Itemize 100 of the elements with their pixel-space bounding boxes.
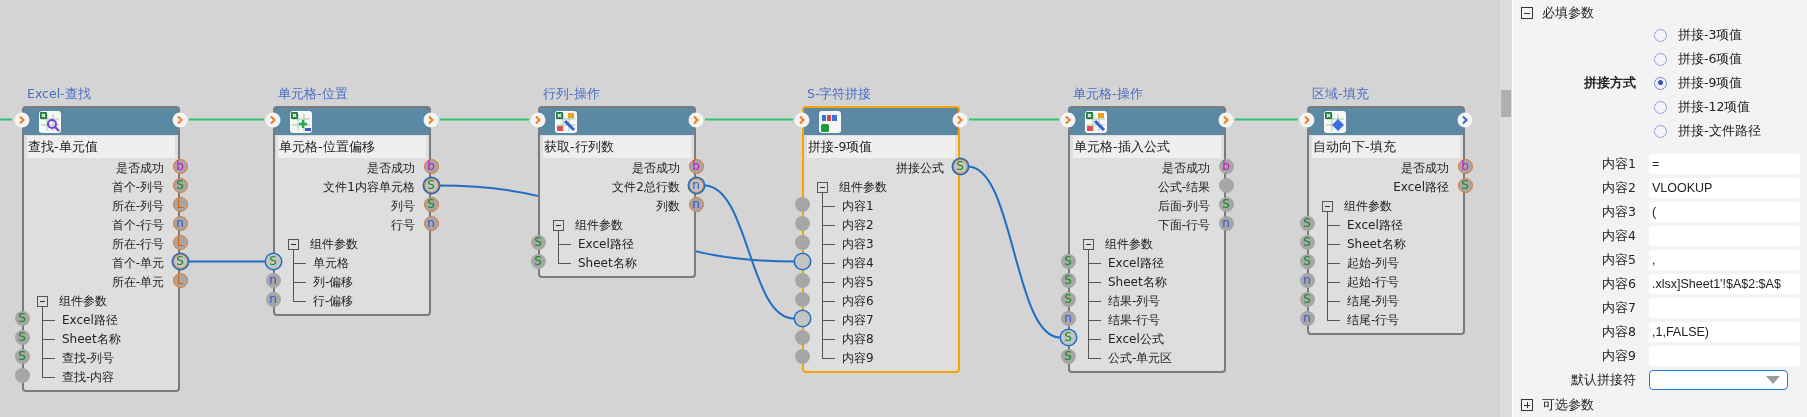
dropdown-field[interactable] xyxy=(1649,370,1788,390)
field-label: 内容7 xyxy=(1601,299,1636,317)
port-pin[interactable]: n xyxy=(265,273,281,288)
flow-input-icon[interactable] xyxy=(1060,111,1076,128)
port-label: 是否成功 xyxy=(1401,161,1449,175)
param-label: 内容8 xyxy=(842,331,874,348)
port-pin[interactable] xyxy=(14,368,30,383)
input-field[interactable]: = xyxy=(1649,154,1800,174)
group-label: 组件参数 xyxy=(839,179,887,196)
flow-input-icon[interactable] xyxy=(14,111,30,128)
port-label: 首个-列号 xyxy=(111,180,164,194)
collapse-icon[interactable] xyxy=(817,182,828,193)
port-pin[interactable]: S xyxy=(14,349,30,364)
param-label: 内容9 xyxy=(842,350,874,367)
input-field[interactable]: ( xyxy=(1649,202,1800,222)
radio-label[interactable]: 拼接-3项值 xyxy=(1678,26,1743,44)
port-pin[interactable]: n xyxy=(1299,273,1315,288)
port-pin[interactable]: S xyxy=(265,254,281,269)
input-field[interactable]: .xlsx]Sheet1'!$A$2:$A$ xyxy=(1649,274,1800,294)
field-label: 内容8 xyxy=(1601,323,1636,341)
flow-output-icon[interactable] xyxy=(952,111,968,128)
radio-label[interactable]: 拼接-6项值 xyxy=(1678,50,1743,68)
port-pin[interactable]: n xyxy=(1299,311,1315,326)
flow-end-icon[interactable] xyxy=(1457,111,1473,128)
port-pin[interactable]: S xyxy=(1060,254,1076,269)
node-title: 单元格-位置 xyxy=(277,85,348,103)
port-pin[interactable]: S xyxy=(952,159,968,174)
param-label: Excel路径 xyxy=(1347,217,1403,234)
collapse-icon[interactable] xyxy=(1083,239,1094,250)
scrollbar[interactable] xyxy=(1500,0,1512,417)
param-label: Sheet名称 xyxy=(62,331,121,348)
collapse-icon[interactable] xyxy=(37,296,48,307)
port-label: 后面-列号 xyxy=(1157,199,1210,213)
port-pin[interactable] xyxy=(794,216,810,231)
param-label: 单元格 xyxy=(313,255,349,272)
input-field[interactable]: ,1,FALSE) xyxy=(1649,322,1800,342)
port-pin[interactable]: S xyxy=(172,254,188,269)
port-pin[interactable]: S xyxy=(1299,254,1315,269)
scrollbar-thumb[interactable] xyxy=(1501,90,1511,117)
port-label: 下面-行号 xyxy=(1157,218,1210,232)
port-pin[interactable]: S xyxy=(1060,330,1076,345)
param-label: Sheet名称 xyxy=(578,255,637,272)
flow-input-icon[interactable] xyxy=(530,111,546,128)
node-subtitle: 获取-行列数 xyxy=(543,136,691,158)
port-pin[interactable] xyxy=(794,254,810,269)
collapse-icon[interactable] xyxy=(1322,201,1333,212)
flow-output-icon[interactable] xyxy=(1218,111,1234,128)
port-pin[interactable]: S xyxy=(1299,235,1315,250)
port-pin[interactable]: n xyxy=(1060,311,1076,326)
input-field[interactable]: , xyxy=(1649,250,1800,270)
node-subtitle: 单元格-插入公式 xyxy=(1073,136,1221,158)
port-pin[interactable] xyxy=(794,349,810,364)
field-label: 拼接方式 xyxy=(1583,74,1636,92)
port-pin[interactable]: S xyxy=(1060,273,1076,288)
port-pin[interactable] xyxy=(794,292,810,307)
port-pin[interactable] xyxy=(794,311,810,326)
port-pin[interactable] xyxy=(794,273,810,288)
collapse-icon[interactable] xyxy=(288,239,299,250)
param-label: 查找-内容 xyxy=(62,369,115,386)
input-field[interactable]: VLOOKUP xyxy=(1649,178,1800,198)
port-label: Excel路径 xyxy=(1393,180,1449,194)
port-pin[interactable]: S xyxy=(14,311,30,326)
port-pin[interactable]: S xyxy=(14,330,30,345)
port-pin[interactable]: S xyxy=(423,178,439,193)
radio-label[interactable]: 拼接-9项值 xyxy=(1678,74,1743,92)
port-pin[interactable] xyxy=(794,235,810,250)
port-pin[interactable] xyxy=(794,330,810,345)
param-label: Excel路径 xyxy=(1108,255,1164,272)
node-title: 行列-操作 xyxy=(542,85,600,103)
param-label: 内容4 xyxy=(842,255,874,272)
group-label: 组件参数 xyxy=(1105,236,1153,253)
port-pin[interactable]: S xyxy=(1299,216,1315,231)
port-pin[interactable]: n xyxy=(688,178,704,193)
flow-input-icon[interactable] xyxy=(794,111,810,128)
flow-output-icon[interactable] xyxy=(172,111,188,128)
node-title: 单元格-操作 xyxy=(1072,85,1143,103)
port-label: 行号 xyxy=(391,218,415,232)
radio-label[interactable]: 拼接-12项值 xyxy=(1678,98,1751,116)
flow-output-icon[interactable] xyxy=(688,111,704,128)
param-label: 列-偏移 xyxy=(313,274,354,291)
port-pin[interactable]: S xyxy=(1299,292,1315,307)
port-pin[interactable]: S xyxy=(1060,349,1076,364)
port-pin[interactable]: S xyxy=(1060,292,1076,307)
port-pin[interactable]: S xyxy=(530,235,546,250)
flow-input-icon[interactable] xyxy=(265,111,281,128)
param-label: Excel路径 xyxy=(62,312,118,329)
collapse-icon[interactable] xyxy=(1521,7,1533,19)
port-pin[interactable]: S xyxy=(530,254,546,269)
port-pin[interactable] xyxy=(794,197,810,212)
radio-label[interactable]: 拼接-文件路径 xyxy=(1678,122,1761,140)
param-label: 结尾-行号 xyxy=(1347,312,1400,329)
flow-input-icon[interactable] xyxy=(1299,111,1315,128)
collapse-icon[interactable] xyxy=(553,220,564,231)
port-label: 所在-单元 xyxy=(111,275,164,289)
flow-output-icon[interactable] xyxy=(423,111,439,128)
port-label: 公式-结果 xyxy=(1157,180,1210,194)
group-label: 组件参数 xyxy=(310,236,358,253)
expand-icon[interactable] xyxy=(1521,399,1533,411)
port-pin[interactable]: n xyxy=(265,292,281,307)
node-subtitle: 查找-单元值 xyxy=(27,136,175,158)
